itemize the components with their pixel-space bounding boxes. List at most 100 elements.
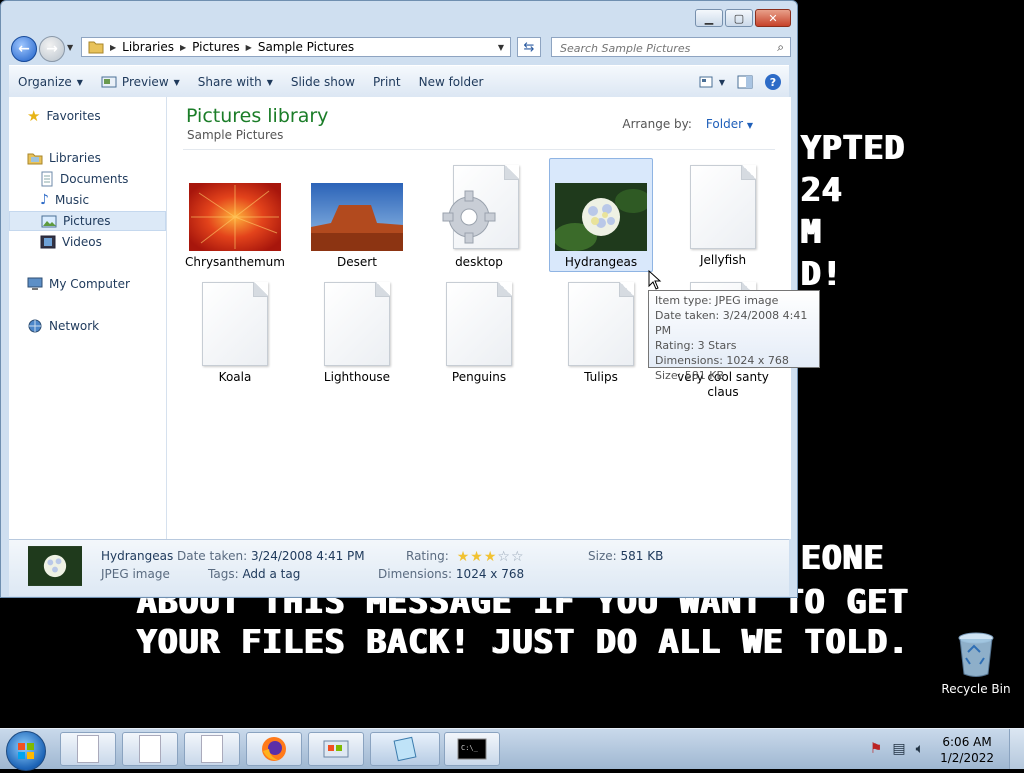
star-filled-icon[interactable]: ★ bbox=[470, 549, 484, 565]
file-item[interactable]: Desert bbox=[305, 183, 409, 270]
file-name: Chrysanthemum bbox=[185, 255, 285, 269]
address-dropdown-icon[interactable]: ▼ bbox=[498, 43, 504, 52]
recycle-bin-label: Recycle Bin bbox=[941, 682, 1011, 696]
details-file-type: JPEG image bbox=[101, 567, 170, 581]
star-empty-icon[interactable]: ☆ bbox=[511, 549, 525, 565]
refresh-button[interactable]: ⇆ bbox=[517, 37, 541, 57]
taskbar-firefox[interactable] bbox=[246, 732, 302, 766]
ransom-text-line-1: YPTED bbox=[800, 128, 905, 167]
file-item[interactable]: desktop bbox=[427, 165, 531, 270]
taskbar-command-prompt[interactable]: C:\_ bbox=[444, 732, 500, 766]
sidebar-item-music[interactable]: ♪ Music bbox=[40, 190, 89, 210]
minimize-button[interactable]: ▁ bbox=[695, 9, 723, 27]
dimensions-label: Dimensions: bbox=[378, 567, 453, 581]
file-item[interactable]: Lighthouse bbox=[305, 282, 409, 385]
file-item[interactable]: Jellyfish bbox=[671, 165, 775, 268]
forward-button[interactable]: → bbox=[39, 36, 65, 62]
file-item[interactable]: Koala bbox=[183, 282, 287, 385]
file-tooltip: Item type: JPEG image Date taken: 3/24/2… bbox=[648, 290, 820, 382]
clock[interactable]: 6:06 AM 1/2/2022 bbox=[940, 734, 994, 766]
sidebar-item-videos[interactable]: Videos bbox=[40, 232, 102, 252]
size-label: Size: bbox=[588, 549, 617, 563]
notepad-icon bbox=[393, 736, 417, 762]
show-desktop-button[interactable] bbox=[1009, 729, 1024, 769]
chevron-down-icon: ▼ bbox=[76, 77, 83, 87]
search-input[interactable] bbox=[558, 39, 762, 57]
taskbar-explorer[interactable] bbox=[370, 732, 440, 766]
taskbar-document-2[interactable] bbox=[122, 732, 178, 766]
tags-value[interactable]: Add a tag bbox=[242, 567, 300, 581]
clock-date: 1/2/2022 bbox=[940, 751, 994, 765]
preview-pane-icon[interactable] bbox=[737, 75, 753, 89]
share-with-label: Share with bbox=[197, 75, 262, 89]
details-pane: Hydrangeas JPEG image Date taken: 3/24/2… bbox=[9, 539, 789, 596]
breadcrumb-sample-pictures[interactable]: Sample Pictures bbox=[258, 40, 354, 54]
close-button[interactable]: ✕ bbox=[755, 9, 791, 27]
sidebar-item-network[interactable]: Network bbox=[27, 316, 99, 336]
document-icon bbox=[139, 735, 161, 763]
sidebar-item-label: My Computer bbox=[49, 277, 130, 291]
command-bar: Organize ▼ Preview ▼ Share with ▼ Slide sho… bbox=[9, 65, 789, 99]
share-with-button[interactable]: Share with ▼ bbox=[189, 70, 282, 94]
breadcrumb-separator: ▶ bbox=[245, 42, 252, 52]
sidebar-item-libraries[interactable]: Libraries bbox=[27, 148, 101, 168]
sidebar-item-label: Libraries bbox=[49, 151, 101, 165]
recycle-bin[interactable]: Recycle Bin bbox=[940, 630, 1012, 696]
taskbar-document-1[interactable] bbox=[60, 732, 116, 766]
tooltip-line: Rating: 3 Stars bbox=[655, 339, 737, 352]
file-name: Lighthouse bbox=[323, 370, 391, 384]
change-view-button[interactable]: ▼ bbox=[699, 76, 725, 88]
sidebar-item-favorites[interactable]: ★ Favorites bbox=[27, 106, 101, 126]
new-folder-button[interactable]: New folder bbox=[410, 70, 493, 94]
address-bar[interactable]: ▶ Libraries ▶ Pictures ▶ Sample Pictures… bbox=[81, 37, 511, 57]
print-button[interactable]: Print bbox=[364, 70, 410, 94]
pictures-icon bbox=[41, 215, 57, 227]
organize-button[interactable]: Organize ▼ bbox=[9, 70, 92, 94]
arrange-by-value: Folder bbox=[705, 117, 744, 131]
slide-show-button[interactable]: Slide show bbox=[282, 70, 364, 94]
volume-icon[interactable]: 🔈︎ bbox=[916, 741, 924, 757]
sidebar-item-my-computer[interactable]: My Computer bbox=[27, 274, 130, 294]
preview-button[interactable]: Preview ▼ bbox=[92, 70, 189, 94]
control-panel-icon bbox=[323, 740, 349, 758]
star-filled-icon[interactable]: ★ bbox=[484, 549, 498, 565]
sidebar-item-documents[interactable]: Documents bbox=[40, 169, 128, 189]
arrange-by-dropdown[interactable]: Folder ▼ bbox=[706, 117, 753, 131]
page-title: Pictures library bbox=[186, 105, 329, 127]
taskbar: C:\_ ⚑ ▤ 🔈︎ 6:06 AM 1/2/2022 bbox=[0, 728, 1024, 771]
star-filled-icon[interactable]: ★ bbox=[457, 549, 471, 565]
file-item-selected[interactable]: Hydrangeas bbox=[549, 158, 653, 272]
sidebar-item-pictures[interactable]: Pictures bbox=[9, 211, 166, 231]
search-icon[interactable]: ⌕ bbox=[777, 40, 784, 55]
recent-pages-dropdown[interactable]: ▼ bbox=[67, 43, 73, 52]
help-icon[interactable]: ? bbox=[765, 74, 781, 90]
action-center-icon[interactable]: ⚑ bbox=[870, 741, 883, 757]
maximize-button[interactable]: ▢ bbox=[725, 9, 753, 27]
date-taken-value: 3/24/2008 4:41 PM bbox=[250, 549, 365, 563]
sidebar-item-label: Videos bbox=[62, 235, 102, 249]
sidebar-item-label: Music bbox=[54, 193, 90, 207]
tags-label: Tags: bbox=[208, 567, 239, 581]
details-file-name: Hydrangeas bbox=[101, 549, 174, 563]
network-icon[interactable]: ▤ bbox=[892, 741, 905, 757]
breadcrumb-pictures[interactable]: Pictures bbox=[192, 40, 240, 54]
clock-time: 6:06 AM bbox=[942, 735, 992, 749]
file-item[interactable]: Chrysanthemum bbox=[183, 183, 287, 270]
file-item[interactable]: Penguins bbox=[427, 282, 531, 385]
document-icon bbox=[77, 735, 99, 763]
back-button[interactable]: ← bbox=[11, 36, 37, 62]
rating-stars[interactable]: ★★★☆☆ bbox=[457, 549, 525, 565]
file-item[interactable]: Tulips bbox=[549, 282, 653, 385]
breadcrumb-separator: ▶ bbox=[110, 42, 117, 52]
size-value: 581 KB bbox=[620, 549, 664, 563]
recycle-bin-icon bbox=[958, 632, 994, 677]
star-empty-icon[interactable]: ☆ bbox=[497, 549, 511, 565]
taskbar-control-panel[interactable] bbox=[308, 732, 364, 766]
dimensions-value: 1024 x 768 bbox=[455, 567, 525, 581]
ransom-text-line-3: M bbox=[800, 212, 821, 251]
taskbar-document-3[interactable] bbox=[184, 732, 240, 766]
start-button[interactable] bbox=[6, 731, 46, 771]
system-tray: ⚑ ▤ 🔈︎ bbox=[870, 741, 924, 757]
breadcrumb-libraries[interactable]: Libraries bbox=[122, 40, 174, 54]
documents-icon bbox=[41, 171, 53, 187]
